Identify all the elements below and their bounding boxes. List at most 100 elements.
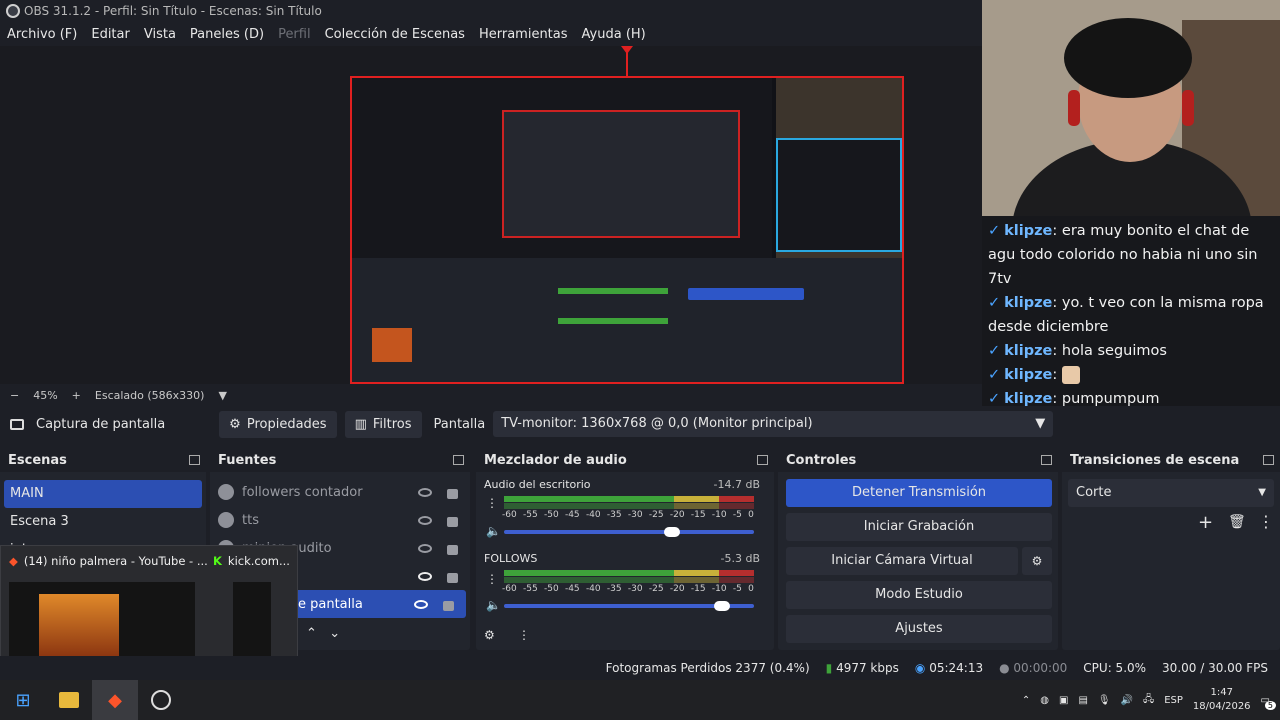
chat-message: ✓ klipze: era muy bonito el chat de agu t… <box>988 223 1258 287</box>
controls-dock: Controles Detener Transmisión Iniciar Gr… <box>778 450 1058 650</box>
display-label: Pantalla <box>433 416 486 432</box>
kick-icon: K <box>213 554 222 568</box>
menu-vista[interactable]: Vista <box>137 27 183 42</box>
broadcast-icon: ◉ <box>914 661 926 675</box>
app-tray-icon[interactable]: ▣ <box>1059 695 1068 706</box>
scaling-dropdown-icon[interactable]: ▼ <box>218 389 226 402</box>
eye-icon[interactable] <box>418 571 432 581</box>
start-recording-button[interactable]: Iniciar Grabación <box>786 513 1052 541</box>
menu-archivo[interactable]: Archivo (F) <box>0 27 84 42</box>
volume-slider[interactable] <box>504 601 754 611</box>
filters-button[interactable]: ▥ Filtros <box>344 410 422 438</box>
lock-icon[interactable] <box>447 573 458 583</box>
volume-slider[interactable] <box>504 527 754 537</box>
menu-perfil[interactable]: Perfil <box>271 27 318 42</box>
check-icon: ✓ <box>988 223 1001 239</box>
nested-webcam-chat <box>776 78 902 258</box>
source-item[interactable]: followers contador <box>210 478 470 506</box>
check-icon: ✓ <box>988 295 1001 311</box>
eye-hidden-icon[interactable] <box>418 487 432 497</box>
thumb-kick-title[interactable]: Kkick.com... <box>213 554 290 568</box>
properties-button[interactable]: ⚙ Propiedades <box>219 410 337 438</box>
undock-icon[interactable] <box>189 455 200 465</box>
speaker-icon[interactable]: 🔈 <box>486 598 501 612</box>
slider-knob[interactable] <box>664 527 680 537</box>
volume-meter <box>504 503 754 509</box>
nested-chat-box <box>776 138 902 252</box>
lock-icon[interactable] <box>447 489 458 499</box>
undock-icon[interactable] <box>453 455 464 465</box>
eye-hidden-icon[interactable] <box>418 543 432 553</box>
discord-icon[interactable]: ◍ <box>1040 695 1049 706</box>
channel-name: FOLLOWS <box>484 552 538 565</box>
menu-editar[interactable]: Editar <box>84 27 137 42</box>
zoom-out-button[interactable]: − <box>10 389 19 402</box>
eye-icon[interactable] <box>414 599 428 609</box>
lock-icon[interactable] <box>447 517 458 527</box>
sources-dock-title: Fuentes <box>210 450 470 472</box>
menu-herramientas[interactable]: Herramientas <box>472 27 575 42</box>
start-button[interactable]: ⊞ <box>0 680 46 720</box>
taskbar-obs[interactable] <box>138 680 184 720</box>
scene-item[interactable]: Escena 3 <box>0 508 206 536</box>
settings-button[interactable]: Ajustes <box>786 615 1052 643</box>
language-indicator[interactable]: ESP <box>1164 695 1183 706</box>
transition-select[interactable]: Corte ▼ <box>1068 479 1274 507</box>
folder-icon <box>59 692 79 708</box>
display-select[interactable]: TV-monitor: 1360x768 @ 0,0 (Monitor prin… <box>493 411 1054 437</box>
source-move-buttons[interactable]: ⌃ ⌄ <box>306 626 340 641</box>
add-icon[interactable]: + <box>1198 512 1213 533</box>
stop-stream-button[interactable]: Detener Transmisión <box>786 479 1052 507</box>
kebab-menu-icon[interactable]: ⋮ <box>486 496 498 510</box>
mic-icon[interactable]: 🎙 <box>1098 695 1111 706</box>
studio-mode-button[interactable]: Modo Estudio <box>786 581 1052 609</box>
menu-ayuda[interactable]: Ayuda (H) <box>575 27 653 42</box>
chat-message: ✓ klipze: yo. t veo con la misma ropa des… <box>988 295 1264 335</box>
chevron-down-icon: ▼ <box>1035 416 1046 431</box>
kebab-menu-icon[interactable]: ⋮ <box>486 572 498 586</box>
gear-icon[interactable]: ⚙ <box>484 628 495 642</box>
transitions-dock-title: Transiciones de escena <box>1062 450 1280 472</box>
mixer-dock-title: Mezclador de audio <box>476 450 774 472</box>
notification-icon[interactable]: ▭ 5 <box>1261 695 1276 710</box>
nested-docks <box>352 258 902 382</box>
speaker-icon[interactable]: 🔈 <box>486 524 501 538</box>
network-icon[interactable]: 🖧 <box>1143 692 1154 709</box>
scenes-dock-title: Escenas <box>0 450 206 472</box>
nested-thumbnail <box>372 328 412 362</box>
check-icon: ✓ <box>988 391 1001 407</box>
scene-item[interactable]: MAIN <box>4 480 202 508</box>
taskbar-explorer[interactable] <box>46 680 92 720</box>
lock-icon[interactable] <box>447 545 458 555</box>
kebab-menu-icon[interactable]: ⋮ <box>1258 512 1274 531</box>
trash-icon[interactable]: 🗑 <box>1228 514 1246 530</box>
chevron-up-icon[interactable]: ⌃ <box>1022 695 1030 706</box>
taskbar-brave[interactable]: ◆ <box>92 680 138 720</box>
undock-icon[interactable] <box>757 455 768 465</box>
menu-paneles[interactable]: Paneles (D) <box>183 27 271 42</box>
source-type-icon <box>218 512 234 528</box>
virtual-camera-button[interactable]: Iniciar Cámara Virtual <box>786 547 1018 575</box>
undock-icon[interactable] <box>1263 455 1274 465</box>
nested-meter-2 <box>558 318 668 324</box>
obs-icon <box>151 690 171 710</box>
folder-tray-icon[interactable]: ▤ <box>1078 695 1087 706</box>
source-item[interactable]: tts <box>210 506 470 534</box>
lock-icon[interactable] <box>443 601 454 611</box>
volume-icon[interactable]: 🔊 <box>1121 695 1133 706</box>
undock-icon[interactable] <box>1041 455 1052 465</box>
zoom-in-button[interactable]: + <box>72 389 81 402</box>
slider-knob[interactable] <box>714 601 730 611</box>
menu-coleccion-escenas[interactable]: Colección de Escenas <box>318 27 472 42</box>
chevron-down-icon: ▼ <box>1258 487 1266 498</box>
stream-time: ◉ 05:24:13 <box>914 661 984 675</box>
source-toolbar: Captura de pantalla ⚙ Propiedades ▥ Filtro… <box>0 406 1280 442</box>
brave-icon: ◆ <box>9 554 18 568</box>
clock[interactable]: 1:47 18/04/2026 <box>1193 686 1251 714</box>
kebab-menu-icon[interactable]: ⋮ <box>518 628 530 642</box>
preview-area[interactable] <box>0 46 982 384</box>
eye-hidden-icon[interactable] <box>418 515 432 525</box>
thumb-youtube-title[interactable]: ◆ (14) niño palmera - YouTube - ... <box>9 554 208 568</box>
virtual-camera-settings-gear-icon[interactable]: ⚙ <box>1022 547 1052 575</box>
preview-canvas[interactable] <box>350 76 904 384</box>
